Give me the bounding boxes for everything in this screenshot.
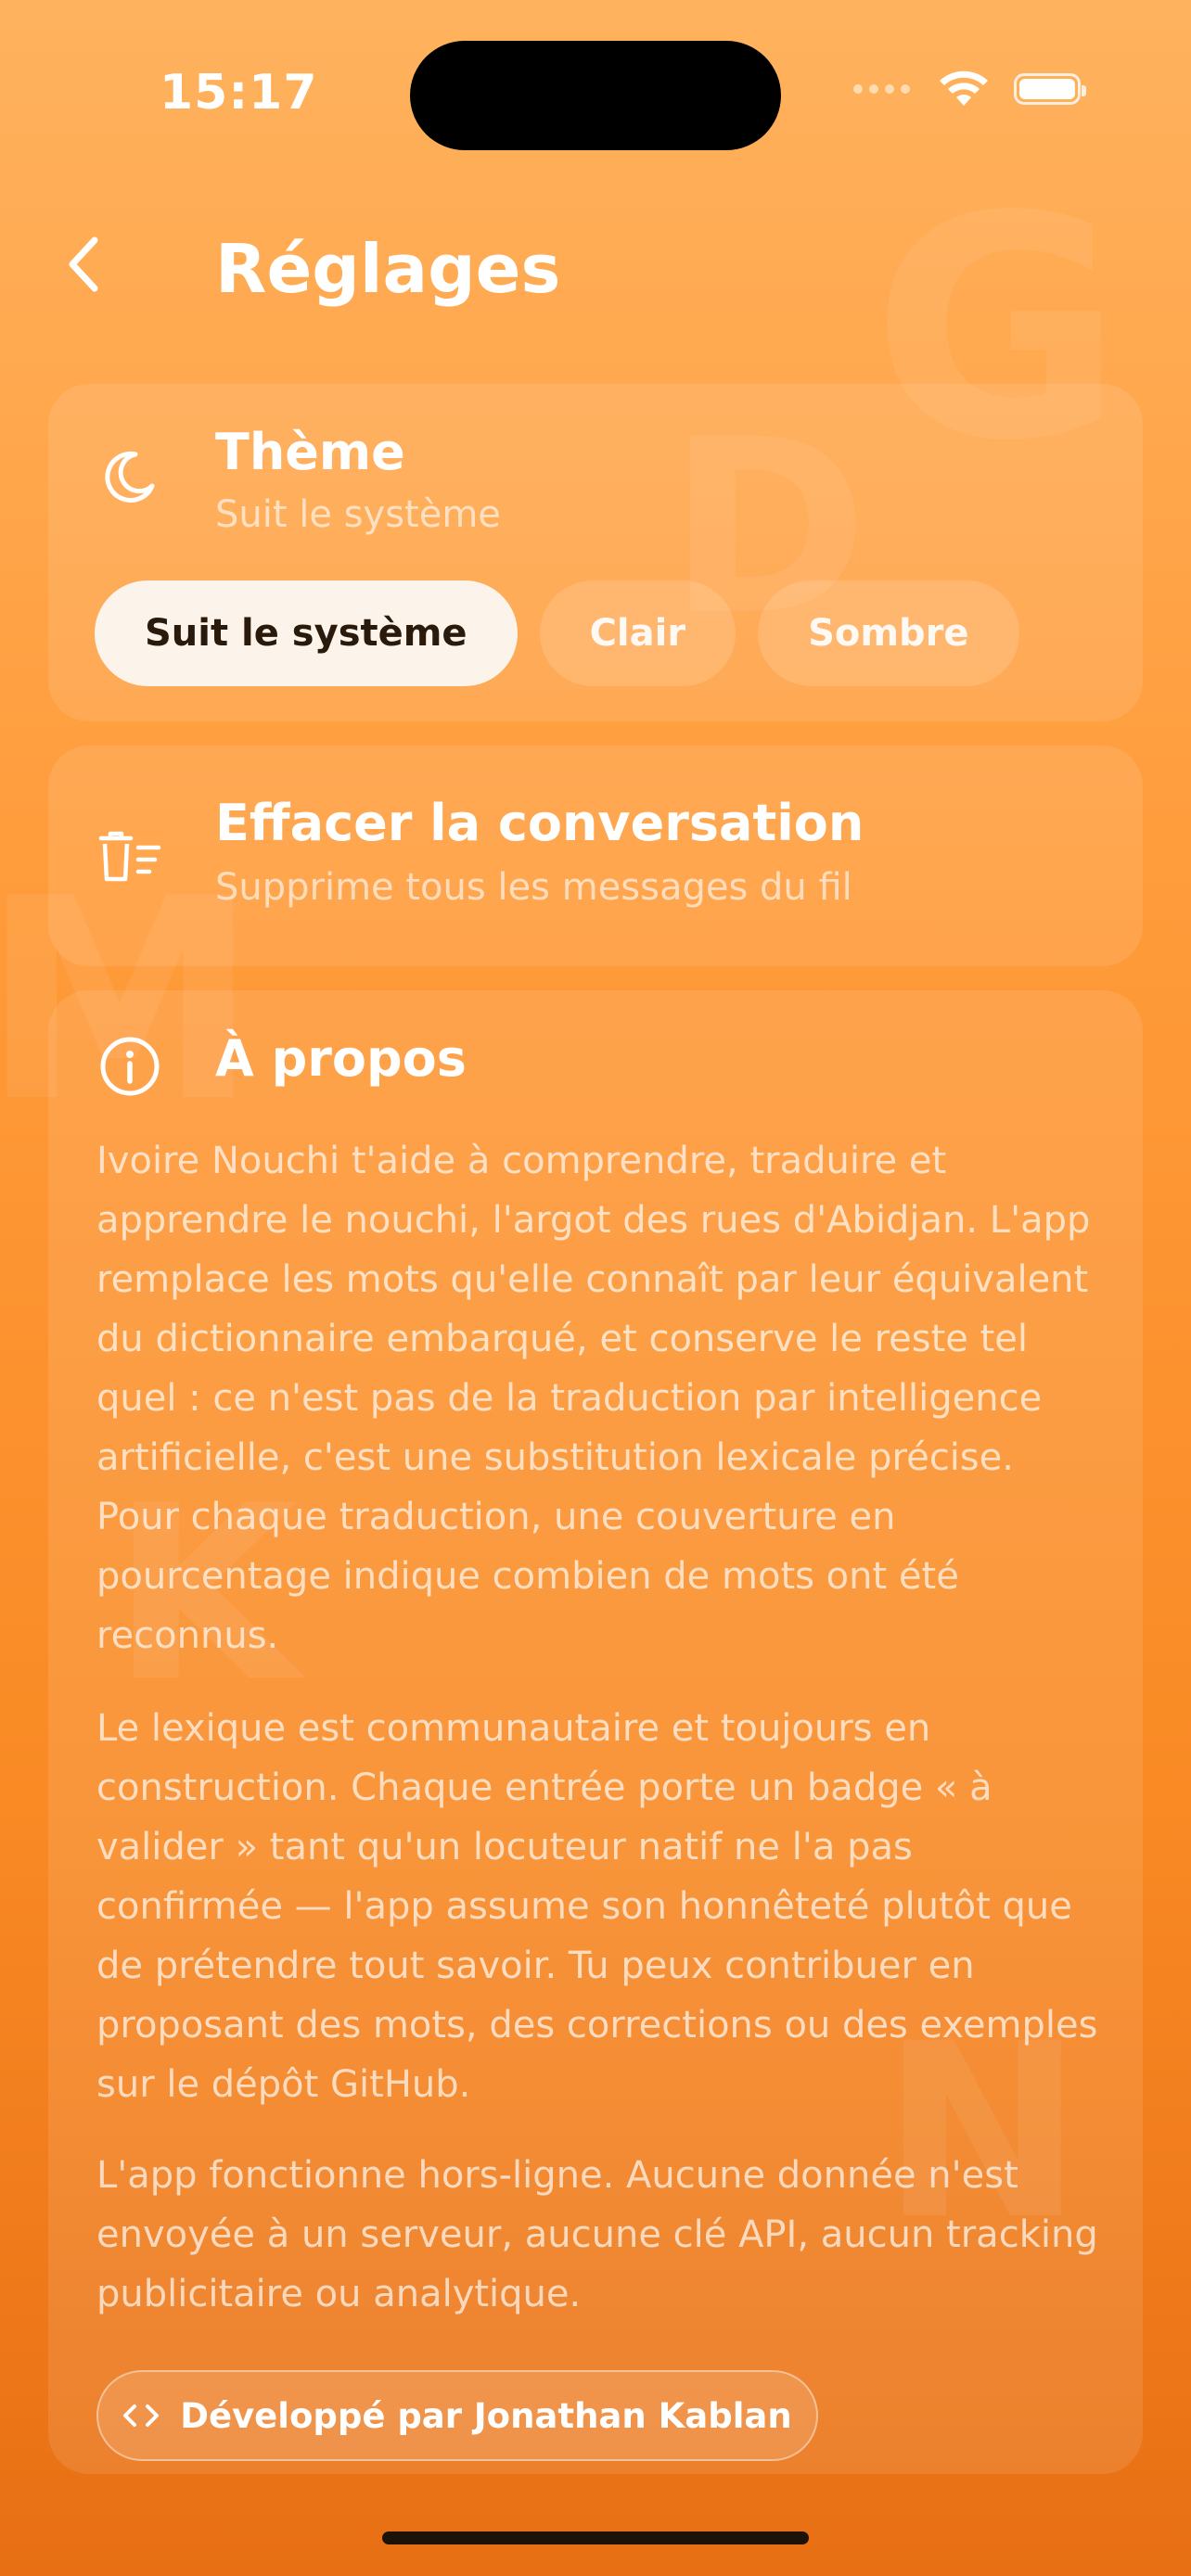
about-card: À propos Ivoire Nouchi t'aide à comprend… <box>48 990 1143 2474</box>
about-paragraph-1: Ivoire Nouchi t'aide à comprendre, tradu… <box>96 1140 1091 1657</box>
wifi-icon <box>940 70 988 106</box>
clear-list-icon <box>96 823 163 890</box>
about-title: À propos <box>215 1029 467 1088</box>
battery-icon <box>1014 73 1086 105</box>
theme-title: Thème <box>215 423 405 481</box>
theme-option-system[interactable]: Suit le système <box>95 580 518 686</box>
info-icon <box>96 1033 163 1100</box>
cellular-signal-icon <box>853 84 910 94</box>
status-bar: 15:17 <box>0 0 1191 185</box>
clear-conversation-button[interactable]: Effacer la conversation Supprime tous le… <box>48 746 1143 966</box>
clear-conversation-title: Effacer la conversation <box>215 794 864 852</box>
home-indicator <box>382 2531 809 2544</box>
theme-card: Thème Suit le système Suit le système Cl… <box>48 384 1143 721</box>
page-title: Réglages <box>215 230 561 308</box>
developer-link-label: Développé par Jonathan Kablan <box>180 2395 792 2436</box>
back-button[interactable] <box>56 232 111 297</box>
code-icon <box>123 2404 160 2427</box>
theme-option-dark[interactable]: Sombre <box>758 580 1019 686</box>
header: Réglages <box>0 213 1191 315</box>
moon-icon <box>96 443 163 510</box>
about-paragraph-3: L'app fonctionne hors-ligne. Aucune donn… <box>96 2154 1098 2315</box>
developer-link-button[interactable]: Développé par Jonathan Kablan <box>96 2370 818 2461</box>
status-icons <box>853 70 1086 108</box>
chevron-left-icon <box>69 236 98 292</box>
dynamic-island <box>410 41 781 150</box>
status-time: 15:17 <box>160 65 318 121</box>
theme-option-light[interactable]: Clair <box>539 580 736 686</box>
about-paragraph-2: Le lexique est communautaire et toujours… <box>96 1707 1098 2106</box>
clear-conversation-subtitle: Supprime tous les messages du fil <box>215 866 852 909</box>
theme-subtitle: Suit le système <box>215 493 501 536</box>
theme-selector: Suit le système Clair Sombre <box>95 580 1019 686</box>
